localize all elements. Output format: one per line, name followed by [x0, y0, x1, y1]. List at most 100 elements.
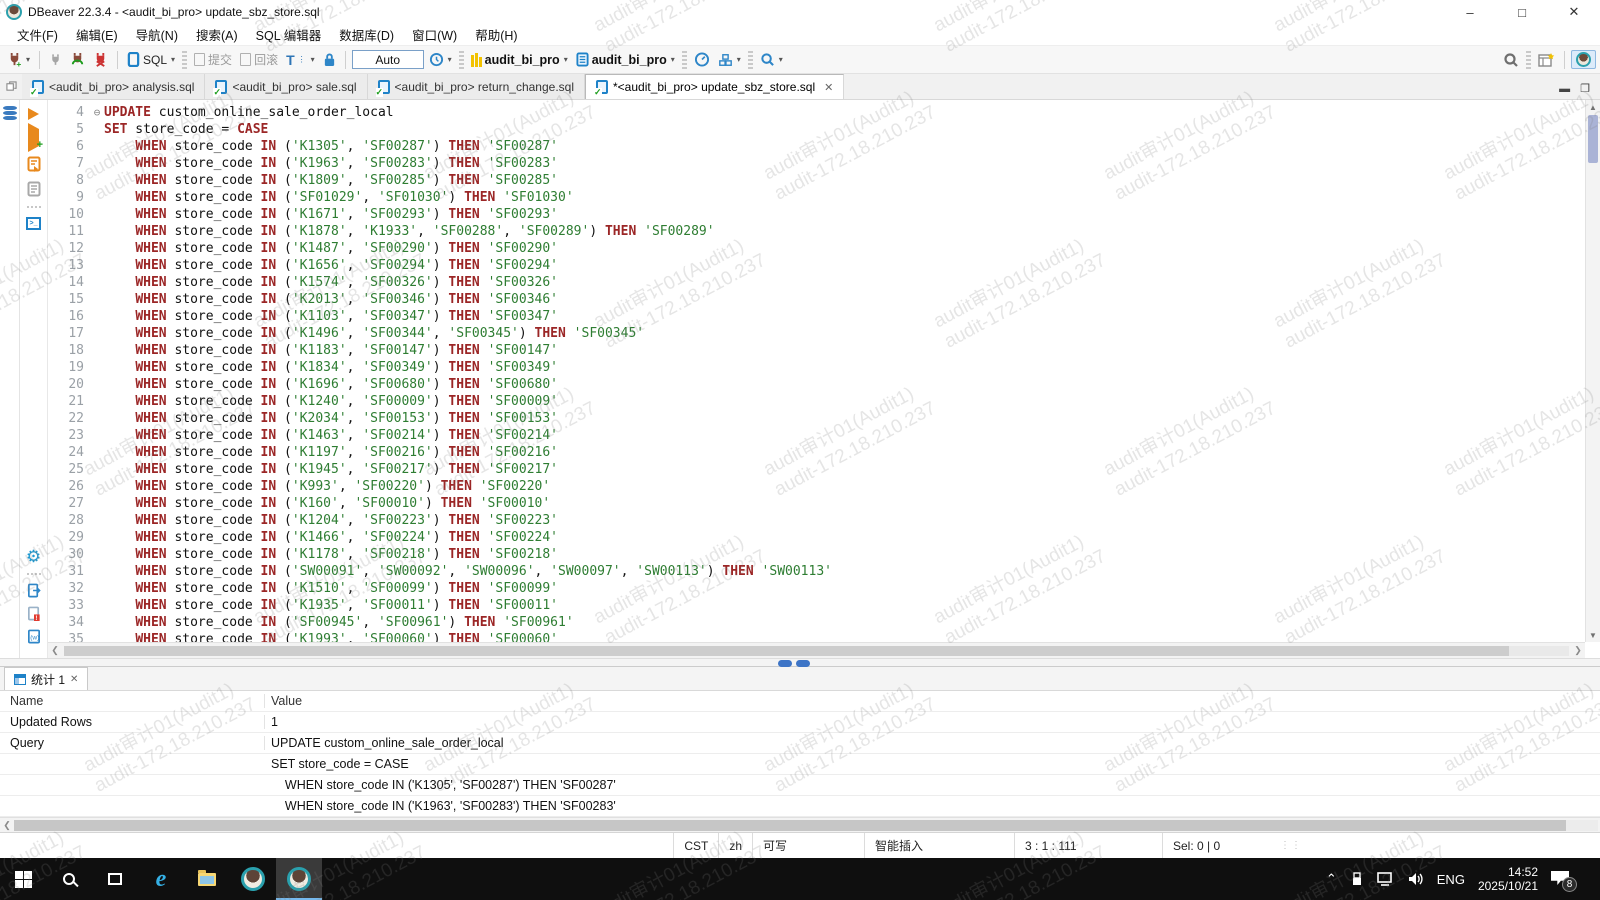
network-icon[interactable]	[1377, 872, 1394, 886]
close-button[interactable]: ✕	[1548, 0, 1600, 24]
volume-icon[interactable]	[1407, 872, 1424, 886]
code-line[interactable]: 34 WHEN store_code IN ('SF00945', 'SF009…	[48, 614, 1585, 631]
disconnect-button[interactable]	[90, 50, 111, 69]
code-line[interactable]: 10 WHEN store_code IN ('K1671', 'SF00293…	[48, 206, 1585, 223]
connect-button[interactable]	[46, 51, 65, 69]
scroll-up-icon[interactable]: ▲	[1586, 100, 1600, 114]
code-line[interactable]: 24 WHEN store_code IN ('K1197', 'SF00216…	[48, 444, 1585, 461]
table-row[interactable]: QueryUPDATE custom_online_sale_order_loc…	[0, 733, 1600, 754]
code-line[interactable]: 21 WHEN store_code IN ('K1240', 'SF00009…	[48, 393, 1585, 410]
action-center-button[interactable]: 8	[1551, 871, 1571, 887]
editor-horizontal-scrollbar[interactable]: ❮ ❯	[48, 642, 1585, 658]
splitter-collapse-down-button[interactable]	[796, 660, 810, 667]
table-row[interactable]: WHEN store_code IN ('K1963', 'SF00283') …	[0, 796, 1600, 817]
tab-analysis-sql[interactable]: <audit_bi_pro> analysis.sql	[22, 74, 205, 99]
start-button[interactable]	[0, 858, 46, 900]
toolbar-drag-handle[interactable]	[27, 573, 41, 575]
code-line[interactable]: 4⊖UPDATE custom_online_sale_order_local	[48, 104, 1585, 121]
language-indicator[interactable]: ENG	[1437, 872, 1465, 887]
file-error-icon[interactable]: !	[27, 606, 41, 621]
execute-new-tab-button[interactable]: +	[28, 129, 39, 147]
tray-expand-icon[interactable]: ⌃	[1326, 871, 1337, 887]
menu-help[interactable]: 帮助(H)	[466, 23, 526, 46]
code-line[interactable]: 33 WHEN store_code IN ('K1935', 'SF00011…	[48, 597, 1585, 614]
code-line[interactable]: 6 WHEN store_code IN ('K1305', 'SF00287'…	[48, 138, 1585, 155]
scrollbar-thumb[interactable]	[14, 820, 1566, 831]
sql-search-button[interactable]: ▾	[757, 50, 786, 69]
code-line[interactable]: 30 WHEN store_code IN ('K1178', 'SF00218…	[48, 546, 1585, 563]
code-line[interactable]: 31 WHEN store_code IN ('SW00091', 'SW000…	[48, 563, 1585, 580]
tab-close-icon[interactable]: ✕	[70, 674, 78, 685]
code-line[interactable]: 14 WHEN store_code IN ('K1574', 'SF00326…	[48, 274, 1585, 291]
maximize-button[interactable]: □	[1496, 0, 1548, 24]
taskbar-clock[interactable]: 14:52 2025/10/21	[1478, 865, 1538, 893]
transaction-log-button[interactable]: T ⋮ ▾	[283, 50, 318, 70]
code-line[interactable]: 9 WHEN store_code IN ('SF01029', 'SF0103…	[48, 189, 1585, 206]
code-line[interactable]: 12 WHEN store_code IN ('K1487', 'SF00290…	[48, 240, 1585, 257]
code-line[interactable]: 29 WHEN store_code IN ('K1466', 'SF00224…	[48, 529, 1585, 546]
code-line[interactable]: 19 WHEN store_code IN ('K1834', 'SF00349…	[48, 359, 1585, 376]
file-explorer-button[interactable]	[184, 858, 230, 900]
code-line[interactable]: 18 WHEN store_code IN ('K1183', 'SF00147…	[48, 342, 1585, 359]
execute-statement-button[interactable]	[28, 108, 39, 120]
export-data-icon[interactable]	[27, 583, 41, 598]
toolbar-drag-handle[interactable]	[27, 206, 41, 208]
table-row[interactable]: WHEN store_code IN ('K1305', 'SF00287') …	[0, 775, 1600, 796]
code-line[interactable]: 22 WHEN store_code IN ('K2034', 'SF00153…	[48, 410, 1585, 427]
tab-return-change-sql[interactable]: <audit_bi_pro> return_change.sql	[368, 74, 585, 99]
tab-update-sbz-store-sql[interactable]: *<audit_bi_pro> update_sbz_store.sql ✕	[585, 74, 844, 99]
execute-script-button[interactable]	[27, 156, 41, 172]
sql-editor-button[interactable]: SQL ▾	[124, 50, 178, 69]
menu-edit[interactable]: 编辑(E)	[67, 23, 127, 46]
code-line[interactable]: 20 WHEN store_code IN ('K1696', 'SF00680…	[48, 376, 1585, 393]
panel-horizontal-scrollbar[interactable]: ❮	[0, 817, 1600, 832]
task-view-button[interactable]	[92, 858, 138, 900]
code-line[interactable]: 15 WHEN store_code IN ('K2013', 'SF00346…	[48, 291, 1585, 308]
code-line[interactable]: 32 WHEN store_code IN ('K1510', 'SF00099…	[48, 580, 1585, 597]
code-line[interactable]: 13 WHEN store_code IN ('K1656', 'SF00294…	[48, 257, 1585, 274]
usb-icon[interactable]	[1350, 872, 1364, 887]
schema-selector[interactable]: audit_bi_pro ▾	[573, 50, 678, 69]
menu-search[interactable]: 搜索(A)	[187, 23, 247, 46]
code-line[interactable]: 27 WHEN store_code IN ('K160', 'SF00010'…	[48, 495, 1585, 512]
taskbar-search-button[interactable]	[46, 858, 92, 900]
code-line[interactable]: 5SET store_code = CASE	[48, 121, 1585, 138]
code-line[interactable]: 16 WHEN store_code IN ('K1103', 'SF00347…	[48, 308, 1585, 325]
code-line[interactable]: 11 WHEN store_code IN ('K1878', 'K1933',…	[48, 223, 1585, 240]
code-line[interactable]: 23 WHEN store_code IN ('K1463', 'SF00214…	[48, 427, 1585, 444]
code-line[interactable]: 17 WHEN store_code IN ('K1496', 'SF00344…	[48, 325, 1585, 342]
commit-button[interactable]: 提交	[191, 49, 235, 70]
file-word-wrap-icon[interactable]: (w)	[27, 629, 41, 644]
menu-database[interactable]: 数据库(D)	[330, 23, 403, 46]
scroll-down-icon[interactable]: ▼	[1586, 628, 1600, 642]
code-line[interactable]: 26 WHEN store_code IN ('K993', 'SF00220'…	[48, 478, 1585, 495]
dbeaver-perspective-button[interactable]	[1571, 50, 1596, 69]
sql-editor[interactable]: 4⊖UPDATE custom_online_sale_order_local5…	[48, 100, 1600, 658]
menu-navigate[interactable]: 导航(N)	[127, 23, 187, 46]
editor-vertical-scrollbar[interactable]: ▲ ▼	[1585, 100, 1600, 642]
menu-sql-editor[interactable]: SQL 编辑器	[247, 23, 331, 46]
tab-statistics[interactable]: 统计 1 ✕	[4, 667, 88, 690]
restore-view-icon[interactable]	[0, 74, 22, 99]
reconnect-button[interactable]	[67, 50, 88, 69]
menu-window[interactable]: 窗口(W)	[403, 23, 466, 46]
editor-results-splitter[interactable]	[0, 658, 1600, 667]
global-search-button[interactable]	[1500, 50, 1522, 70]
explain-plan-button[interactable]	[27, 181, 41, 197]
console-icon[interactable]: >_	[26, 217, 41, 230]
minimize-button[interactable]: –	[1444, 0, 1496, 24]
code-line[interactable]: 28 WHEN store_code IN ('K1204', 'SF00223…	[48, 512, 1585, 529]
settings-gear-icon[interactable]: ⚙	[26, 548, 41, 565]
open-perspective-button[interactable]	[1535, 50, 1558, 70]
code-line[interactable]: 8 WHEN store_code IN ('K1809', 'SF00285'…	[48, 172, 1585, 189]
tab-sale-sql[interactable]: <audit_bi_pro> sale.sql	[205, 74, 367, 99]
new-connection-button[interactable]: + ▾	[4, 50, 33, 69]
transaction-timeout-button[interactable]: ▾	[426, 50, 455, 69]
dbeaver-taskbar-button[interactable]	[230, 858, 276, 900]
table-row[interactable]: Updated Rows1	[0, 712, 1600, 733]
scroll-left-icon[interactable]: ❮	[48, 645, 62, 656]
scrollbar-thumb[interactable]	[64, 646, 1509, 656]
maximize-editor-icon[interactable]: ❐	[1580, 82, 1590, 95]
dbeaver-taskbar-button-active[interactable]	[276, 858, 322, 900]
scroll-right-icon[interactable]: ❯	[1571, 645, 1585, 656]
